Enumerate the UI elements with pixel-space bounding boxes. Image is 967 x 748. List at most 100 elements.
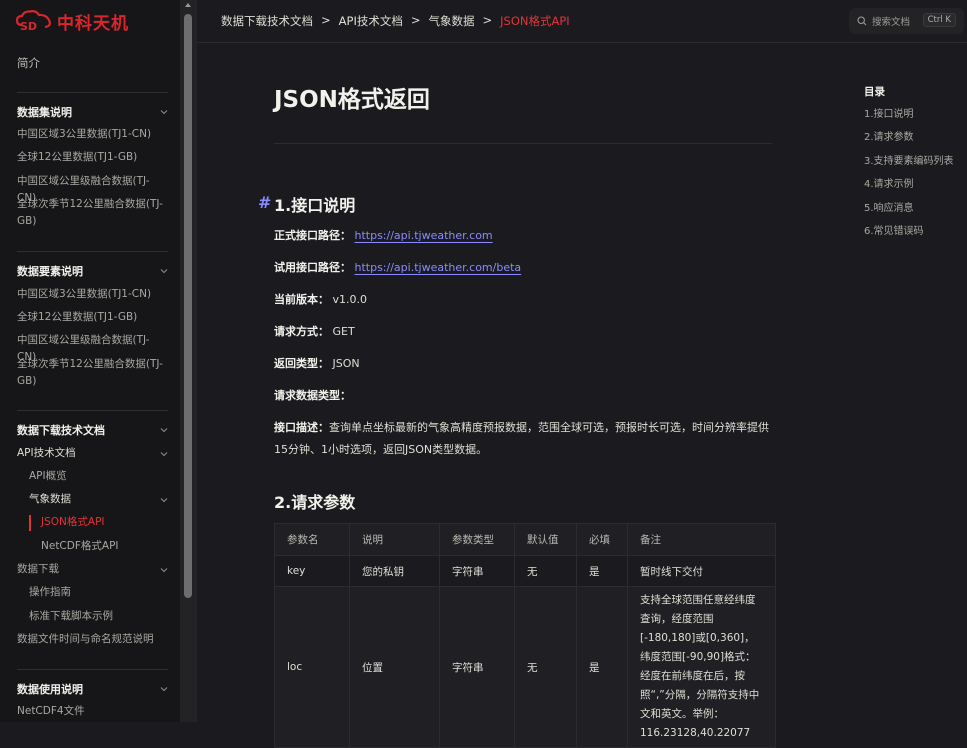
- field-value: GET: [332, 325, 355, 338]
- field-description: 接口描述：查询单点坐标最新的气象高精度预报数据，范围全球可选，预报时长可选，时间…: [274, 417, 779, 461]
- table-cell: 字符串: [439, 586, 515, 748]
- sidebar-item-label: 数据下载: [17, 563, 59, 575]
- column-header: 参数名: [274, 523, 350, 556]
- scroll-up-icon[interactable]: [185, 3, 191, 7]
- divider: [274, 143, 772, 144]
- divider: [17, 92, 168, 93]
- column-header: 必填: [576, 523, 628, 556]
- search-shortcut: Ctrl K: [922, 13, 956, 27]
- sidebar-item[interactable]: 中国区域3公里数据(TJ1-CN): [17, 126, 168, 143]
- sidebar-section-header[interactable]: 数据集说明: [17, 104, 168, 120]
- sidebar-item[interactable]: 全球12公里数据(TJ1-GB): [17, 309, 168, 326]
- brand-name: 中科天机: [57, 13, 129, 34]
- sidebar-scrollbar[interactable]: [180, 0, 197, 722]
- sidebar-item-netcdf-api[interactable]: NetCDF格式API: [41, 538, 168, 555]
- table-cell: 您的私钥: [349, 555, 440, 587]
- chevron-down-icon[interactable]: [160, 426, 168, 434]
- search-icon: [857, 16, 867, 26]
- section-title: 数据集说明: [17, 106, 72, 119]
- sidebar-item-naming[interactable]: 数据文件时间与命名规范说明: [17, 631, 168, 648]
- section-title: 数据要素说明: [17, 265, 83, 278]
- section-title: 数据使用说明: [17, 683, 83, 696]
- sidebar-item[interactable]: NetCDF4文件: [17, 703, 168, 720]
- scrollbar-thumb[interactable]: [184, 14, 192, 598]
- field-return-type: 返回类型： JSON: [274, 353, 779, 375]
- active-indicator: [29, 515, 31, 531]
- prod-url-link[interactable]: https://api.tjweather.com: [355, 229, 493, 242]
- table-row: loc 位置 字符串 无 是 支持全球范围任意经纬度查询，经度范围[-180,1…: [274, 586, 776, 748]
- section-heading-2: 2.请求参数: [274, 493, 356, 512]
- breadcrumb-separator: >: [321, 13, 331, 27]
- sidebar-item-data-download[interactable]: 数据下载: [17, 561, 168, 578]
- field-label: 正式接口路径：: [274, 229, 351, 242]
- breadcrumb-separator: >: [410, 13, 421, 27]
- table-cell: 字符串: [439, 555, 515, 587]
- params-table: 参数名 说明 参数类型 默认值 必填 备注 key 您的私钥 字符串 无 是 暂…: [274, 523, 776, 748]
- top-bar: 数据下载技术文档 > API技术文档 > 气象数据 > JSON格式API 搜索…: [197, 0, 967, 43]
- field-trial-url: 试用接口路径： https://api.tjweather.com/beta: [274, 257, 779, 279]
- sidebar-item-intro[interactable]: 简介: [17, 55, 40, 71]
- field-version: 当前版本： v1.0.0: [274, 289, 779, 311]
- toc-item[interactable]: 3.支持要素编码列表: [864, 154, 964, 169]
- column-header: 备注: [627, 523, 776, 556]
- toc-item[interactable]: 1.接口说明: [864, 107, 964, 122]
- breadcrumb-separator: >: [482, 13, 493, 27]
- field-request-type: 请求数据类型：: [274, 385, 779, 407]
- divider: [17, 410, 168, 411]
- sidebar-item-scripts[interactable]: 标准下载脚本示例: [29, 608, 168, 625]
- anchor-link[interactable]: #: [258, 193, 271, 212]
- chevron-down-icon[interactable]: [160, 685, 168, 693]
- breadcrumb-item[interactable]: API技术文档: [339, 13, 403, 29]
- search-placeholder: 搜索文档: [872, 17, 911, 28]
- logo-icon: SD: [16, 10, 51, 32]
- divider: [17, 669, 168, 670]
- table-cell: 暂时线下交付: [627, 555, 776, 587]
- sidebar-item[interactable]: 全球次季节12公里融合数据(TJ-GB): [17, 196, 168, 230]
- sidebar-item-label: API技术文档: [17, 447, 76, 459]
- sidebar-section-header[interactable]: 数据下载技术文档: [17, 422, 168, 438]
- sidebar-item[interactable]: 全球次季节12公里融合数据(TJ-GB): [17, 356, 168, 390]
- divider: [17, 251, 168, 252]
- column-header: 默认值: [514, 523, 577, 556]
- field-prod-url: 正式接口路径： https://api.tjweather.com: [274, 225, 779, 247]
- toc-item[interactable]: 2.请求参数: [864, 130, 964, 145]
- breadcrumb-item[interactable]: 气象数据: [428, 13, 474, 29]
- field-label: 请求方式：: [274, 325, 329, 338]
- table-cell: 无: [514, 586, 577, 748]
- sidebar-item-guide[interactable]: 操作指南: [29, 584, 168, 601]
- breadcrumb-item[interactable]: 数据下载技术文档: [221, 13, 313, 29]
- column-header: 说明: [349, 523, 440, 556]
- chevron-down-icon[interactable]: [160, 108, 168, 116]
- field-value: JSON: [332, 357, 360, 370]
- table-cell: key: [274, 555, 350, 587]
- sidebar-item-json-api[interactable]: JSON格式API: [41, 514, 168, 531]
- search-button[interactable]: 搜索文档 Ctrl K: [849, 8, 964, 34]
- section-title: 数据下载技术文档: [17, 424, 105, 437]
- sidebar-item-api-docs[interactable]: API技术文档: [17, 445, 168, 462]
- table-cell: 支持全球范围任意经纬度查询，经度范围[-180,180]或[0,360]，纬度范…: [627, 586, 776, 748]
- field-label: 请求数据类型：: [274, 389, 351, 402]
- sidebar-section-header[interactable]: 数据要素说明: [17, 263, 168, 279]
- sidebar-item[interactable]: 中国区域3公里数据(TJ1-CN): [17, 286, 168, 303]
- sidebar-section-header[interactable]: 数据使用说明: [17, 681, 168, 697]
- toc-item[interactable]: 5.响应消息: [864, 201, 964, 216]
- sidebar-item-weather-data[interactable]: 气象数据: [29, 491, 168, 508]
- svg-text:SD: SD: [20, 20, 37, 32]
- chevron-down-icon[interactable]: [160, 496, 168, 504]
- sidebar-item-label: 气象数据: [29, 493, 71, 505]
- column-header: 参数类型: [439, 523, 515, 556]
- field-label: 当前版本：: [274, 293, 329, 306]
- sidebar-item-api-overview[interactable]: API概览: [29, 468, 168, 485]
- toc-title: 目录: [864, 86, 885, 98]
- toc-item[interactable]: 4.请求示例: [864, 177, 964, 192]
- chevron-down-icon[interactable]: [160, 267, 168, 275]
- main-content: JSON格式返回 # 1.接口说明 正式接口路径： https://api.tj…: [197, 44, 967, 748]
- chevron-down-icon[interactable]: [160, 450, 168, 458]
- trial-url-link[interactable]: https://api.tjweather.com/beta: [355, 261, 522, 274]
- sidebar-item[interactable]: 全球12公里数据(TJ1-GB): [17, 149, 168, 166]
- toc-item[interactable]: 6.常见错误码: [864, 224, 964, 239]
- sidebar: SD 中科天机 简介 数据集说明 中国区域3公里数据(TJ1-CN) 全球12公…: [0, 0, 180, 722]
- brand-logo[interactable]: SD 中科天机: [16, 9, 129, 34]
- table-row: key 您的私钥 字符串 无 是 暂时线下交付: [274, 555, 776, 587]
- chevron-down-icon[interactable]: [160, 566, 168, 574]
